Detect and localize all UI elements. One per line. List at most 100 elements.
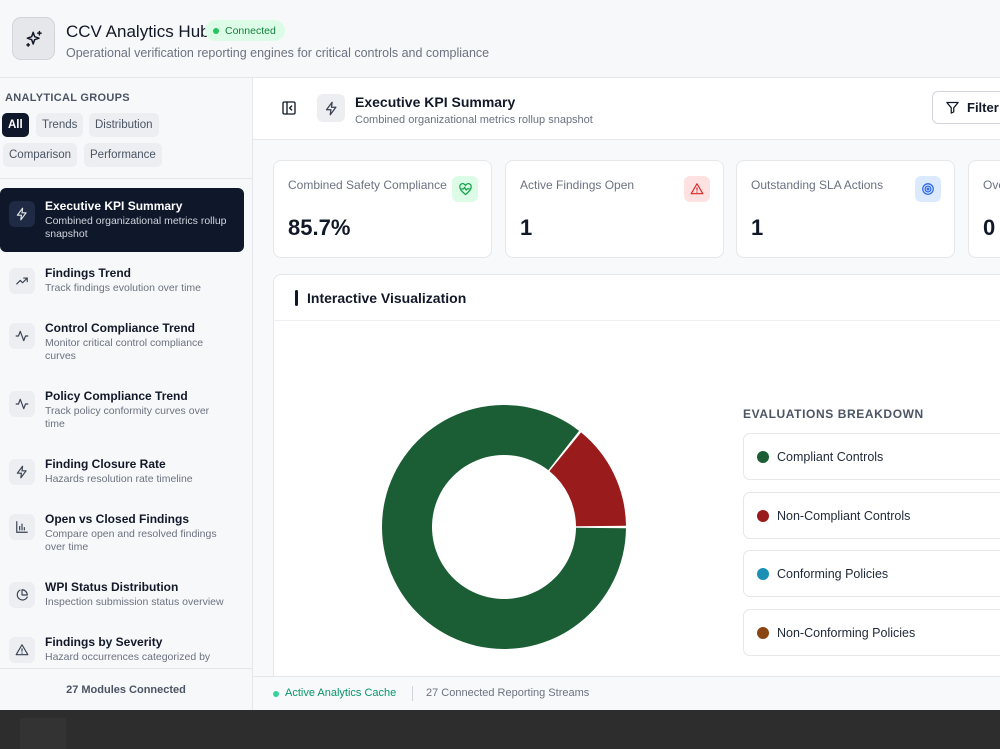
activity-icon [9, 391, 35, 417]
sidebar-item-desc: Inspection submission status overview [45, 596, 224, 608]
legend-color-dot [757, 510, 769, 522]
status-divider [412, 686, 413, 701]
sidebar-divider [0, 178, 252, 179]
sidebar-item-title: WPI Status Distribution [45, 580, 179, 594]
legend-item-compliant-controls[interactable]: Compliant Controls [743, 433, 1000, 480]
kpi-card-partial: Ove 0 [968, 160, 1000, 258]
heart-pulse-icon [452, 176, 478, 202]
filter-chip-comparison[interactable]: Comparison [3, 143, 77, 167]
main-panel: Executive KPI Summary Combined organizat… [253, 78, 1000, 710]
page-title: Executive KPI Summary [355, 94, 516, 110]
app-title: CCV Analytics Hub [66, 22, 210, 41]
sidebar-item-title: Control Compliance Trend [45, 321, 196, 335]
groups-label: ANALYTICAL GROUPS [5, 92, 130, 104]
taskbar-item [20, 718, 66, 749]
modules-count: 27 Modules Connected [0, 668, 252, 710]
taskbar-strip [0, 710, 1000, 749]
status-bar: Active Analytics Cache 27 Connected Repo… [253, 676, 1000, 710]
bar-chart-icon [9, 514, 35, 540]
kpi-card-combined-safety-compliance: Combined Safety Compliance 85.7% [273, 160, 492, 258]
sidebar-item-desc: Track findings evolution over time [45, 282, 202, 294]
warning-icon [9, 637, 35, 663]
sidebar-item-open-vs-closed-findings[interactable]: Open vs Closed Findings Compare open and… [0, 506, 244, 566]
target-icon [915, 176, 941, 202]
activity-icon [9, 323, 35, 349]
legend-item-non-conforming-policies[interactable]: Non-Conforming Policies [743, 609, 1000, 656]
bolt-icon [317, 94, 345, 122]
connection-status-text: Connected [225, 24, 276, 37]
breakdown-label: EVALUATIONS BREAKDOWN [743, 407, 924, 421]
sidebar-item-policy-compliance-trend[interactable]: Policy Compliance Trend Track policy con… [0, 383, 244, 443]
cache-status-text: Active Analytics Cache [285, 687, 397, 699]
sidebar-item-title: Findings Trend [45, 266, 131, 280]
legend-label: Non-Conforming Policies [777, 626, 916, 640]
visualization-title: Interactive Visualization [307, 290, 467, 306]
sidebar-item-executive-kpi-summary[interactable]: Executive KPI Summary Combined organizat… [0, 188, 244, 252]
filter-chip-all[interactable]: All [2, 113, 29, 137]
app-window: CCV Analytics Hub Connected Operational … [0, 0, 1000, 710]
title-accent-bar [295, 290, 298, 306]
sidebar-item-title: Executive KPI Summary [45, 199, 183, 213]
legend-item-conforming-policies[interactable]: Conforming Policies [743, 550, 1000, 597]
sidebar-item-findings-by-severity[interactable]: Findings by Severity Hazard occurrences … [0, 629, 244, 668]
sidebar-item-desc: Compare open and resolved findings over … [45, 528, 217, 553]
kpi-value: 85.7% [288, 215, 351, 240]
filter-chip-trends[interactable]: Trends [36, 113, 84, 137]
sidebar-item-findings-trend[interactable]: Findings Trend Track findings evolution … [0, 260, 244, 306]
donut-chart[interactable] [379, 402, 629, 652]
filter-button-label: Filter [967, 100, 999, 115]
visualization-header: Interactive Visualization [274, 275, 1000, 321]
module-list: Executive KPI Summary Combined organizat… [0, 188, 252, 668]
trending-up-icon [9, 268, 35, 294]
sidebar-item-desc: Monitor critical control compliance curv… [45, 337, 204, 362]
cache-status-dot-icon [273, 691, 279, 697]
sidebar-item-title: Policy Compliance Trend [45, 389, 188, 403]
filter-icon [946, 101, 959, 114]
sidebar: ANALYTICAL GROUPS All Trends Distributio… [0, 78, 253, 710]
status-dot-icon [213, 27, 219, 34]
sidebar-item-desc: Combined organizational metrics rollup s… [45, 215, 227, 240]
legend-label: Compliant Controls [777, 450, 884, 464]
bolt-icon [9, 201, 35, 227]
kpi-value: 1 [520, 215, 533, 240]
filter-chip-performance[interactable]: Performance [84, 143, 162, 167]
page-subtitle: Combined organizational metrics rollup s… [355, 114, 593, 126]
warning-icon [684, 176, 710, 202]
filter-chip-distribution[interactable]: Distribution [89, 113, 159, 137]
sidebar-toggle-button[interactable] [280, 99, 298, 117]
sidebar-item-title: Findings by Severity [45, 635, 163, 649]
kpi-label: Active Findings Open [520, 178, 635, 192]
sidebar-item-control-compliance-trend[interactable]: Control Compliance Trend Monitor critica… [0, 315, 244, 375]
legend-color-dot [757, 451, 769, 463]
legend-color-dot [757, 568, 769, 580]
filter-button[interactable]: Filter [932, 91, 1000, 124]
panel-left-icon [282, 101, 296, 115]
legend-item-non-compliant-controls[interactable]: Non-Compliant Controls [743, 492, 1000, 539]
legend-label: Conforming Policies [777, 567, 889, 581]
app-header: CCV Analytics Hub Connected Operational … [0, 0, 1000, 78]
kpi-card-active-findings-open: Active Findings Open 1 [505, 160, 724, 258]
kpi-label: Ove [983, 178, 1000, 192]
sparkles-icon [12, 17, 55, 60]
kpi-card-outstanding-sla-actions: Outstanding SLA Actions 1 [736, 160, 955, 258]
main-header: Executive KPI Summary Combined organizat… [253, 78, 1000, 140]
sidebar-item-title: Finding Closure Rate [45, 457, 166, 471]
sidebar-item-desc: Track policy conformity curves over time [45, 405, 210, 430]
sidebar-item-title: Open vs Closed Findings [45, 512, 190, 526]
connection-status-badge: Connected [205, 20, 285, 41]
legend-color-dot [757, 627, 769, 639]
kpi-label: Outstanding SLA Actions [751, 178, 884, 192]
kpi-label: Combined Safety Compliance [288, 178, 447, 192]
kpi-value: 0 [983, 215, 996, 240]
streams-status-text: 27 Connected Reporting Streams [426, 687, 590, 699]
sidebar-item-desc: Hazard occurrences categorized by [45, 651, 211, 663]
visualization-panel: Interactive Visualization EVALUATIONS BR… [273, 274, 1000, 694]
legend-label: Non-Compliant Controls [777, 509, 911, 523]
sidebar-item-desc: Hazards resolution rate timeline [45, 473, 193, 485]
sidebar-item-finding-closure-rate[interactable]: Finding Closure Rate Hazards resolution … [0, 451, 244, 497]
bolt-icon [9, 459, 35, 485]
sidebar-item-wpi-status-distribution[interactable]: WPI Status Distribution Inspection submi… [0, 574, 244, 620]
kpi-value: 1 [751, 215, 764, 240]
app-subtitle: Operational verification reporting engin… [66, 46, 490, 60]
pie-chart-icon [9, 582, 35, 608]
